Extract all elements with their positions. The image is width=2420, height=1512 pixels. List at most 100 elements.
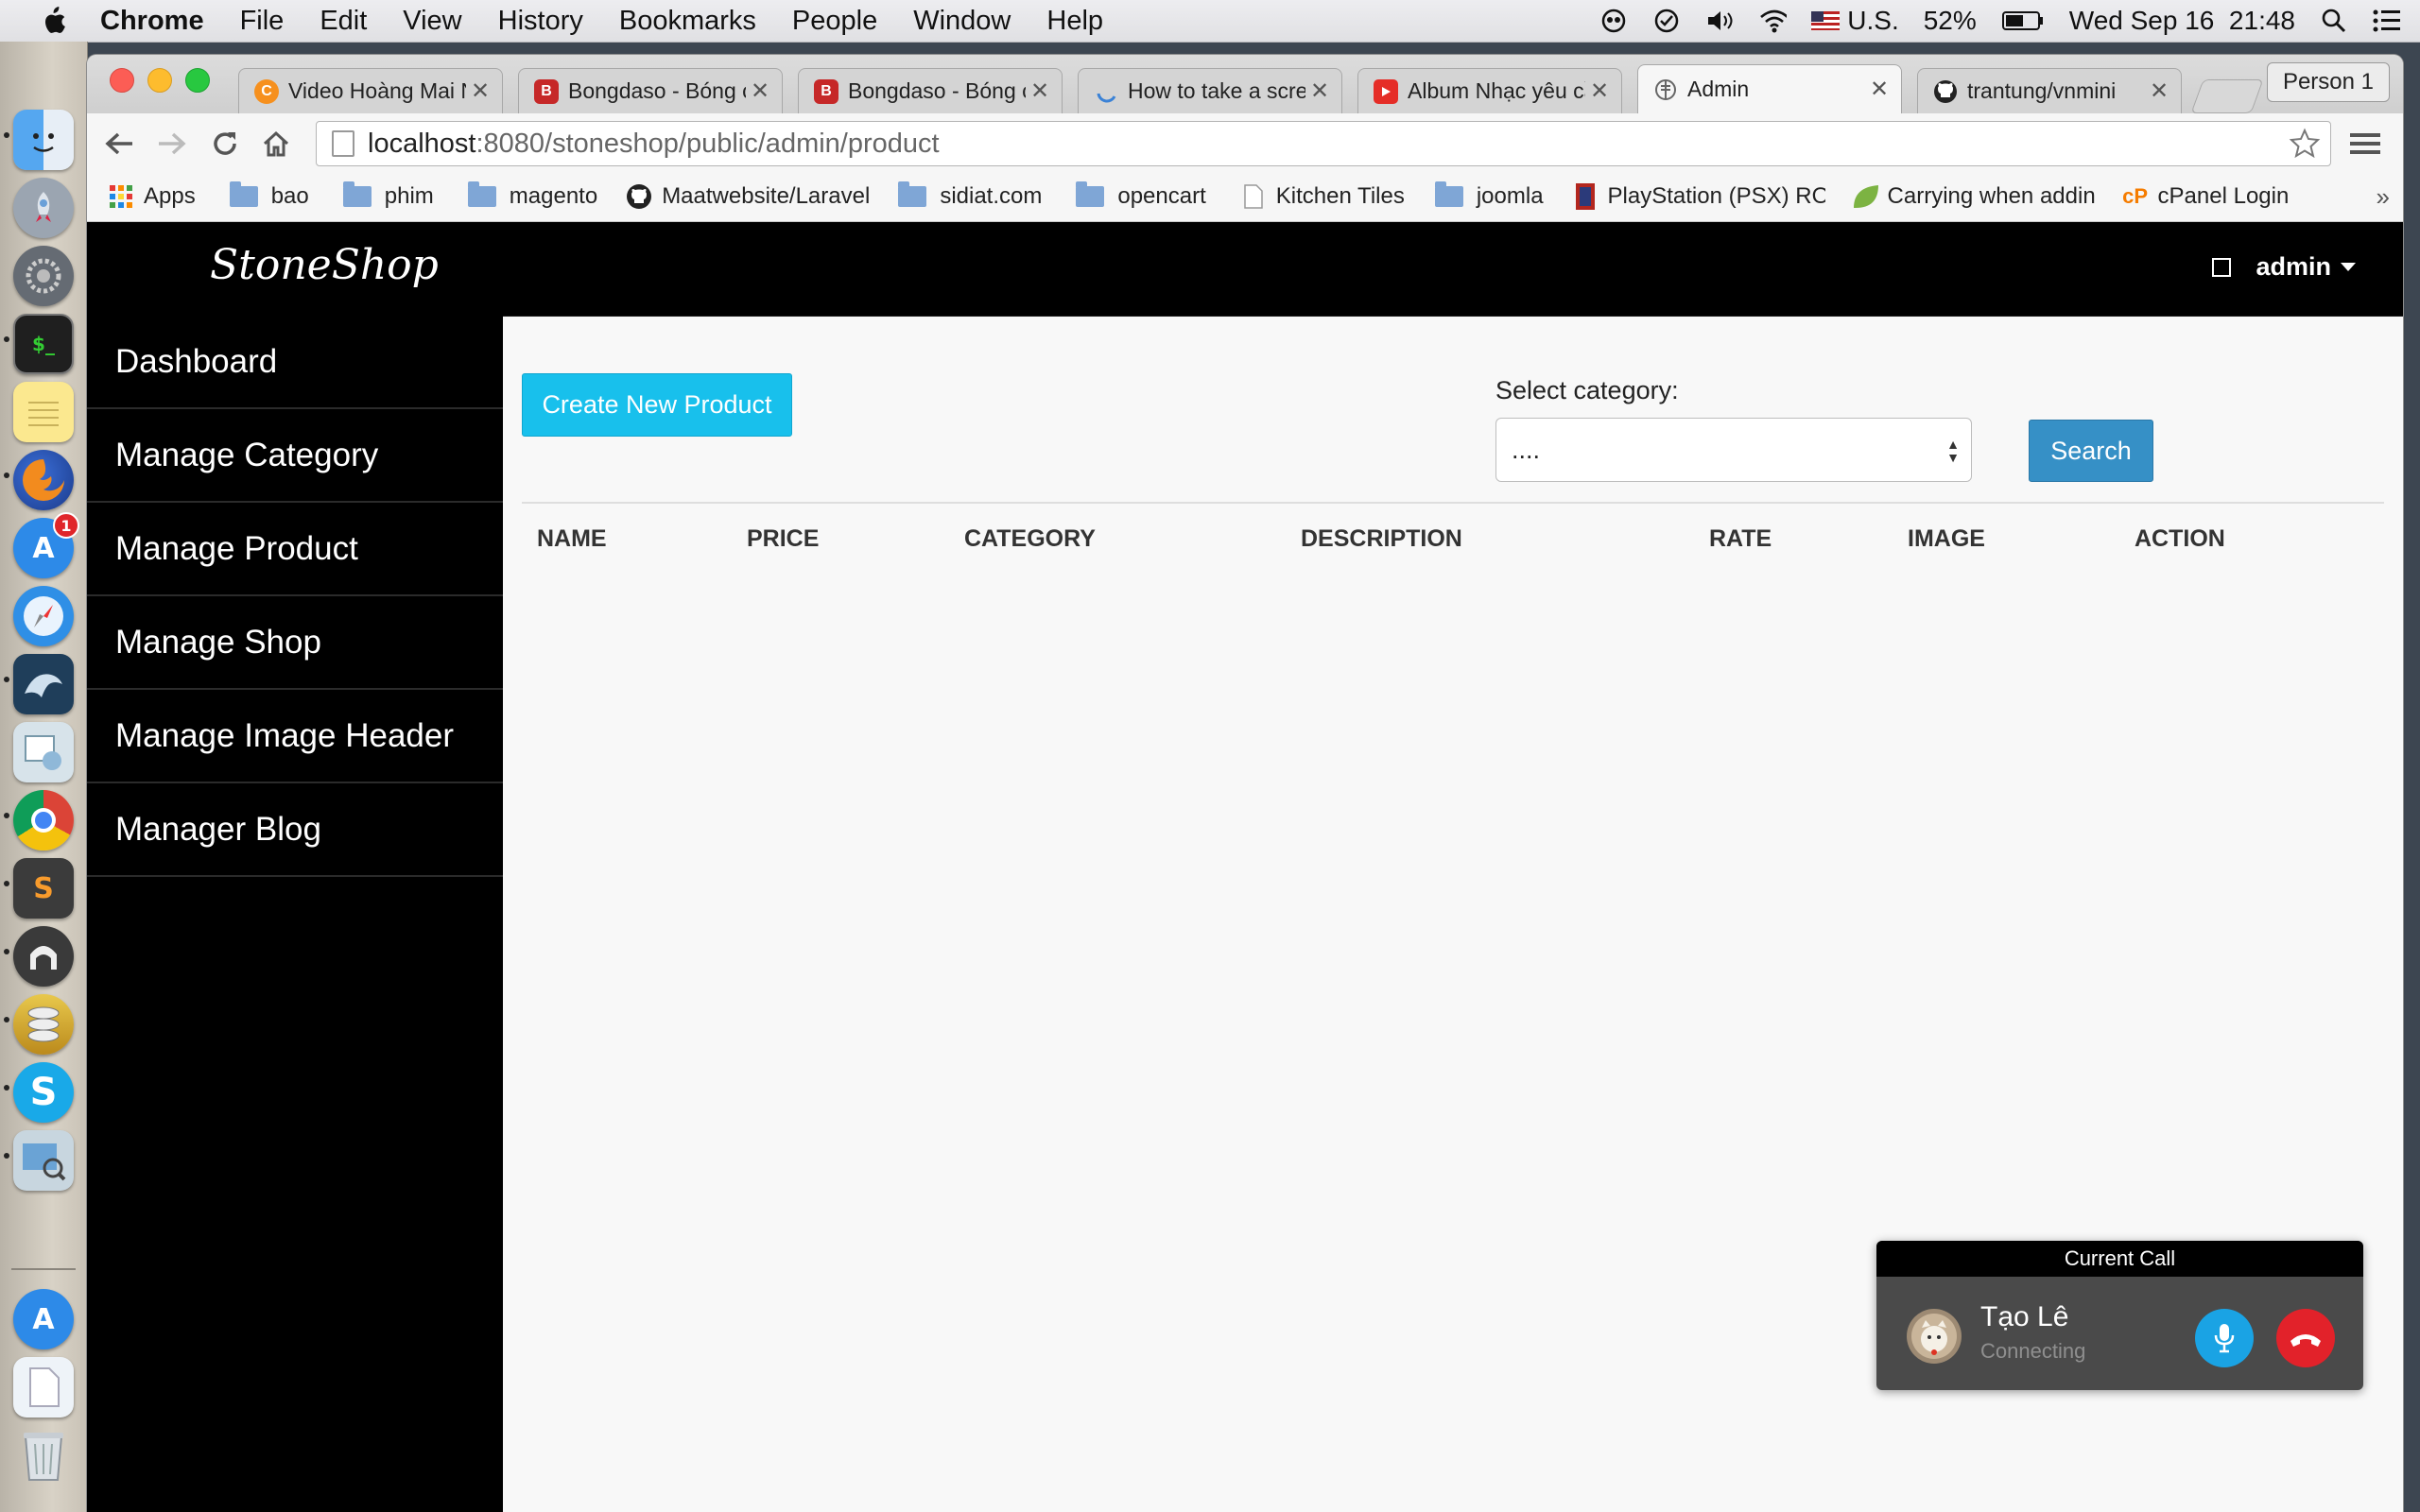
new-tab-button[interactable] — [2190, 79, 2264, 113]
tab-video-hoang-mai[interactable]: C Video Hoàng Mai N ✕ — [238, 68, 503, 113]
bookmark-playstation[interactable]: PlayStation (PSX) RO — [1572, 183, 1825, 210]
running-indicator — [4, 813, 9, 818]
close-tab-icon[interactable]: ✕ — [466, 77, 494, 105]
sequel-pro-icon[interactable] — [13, 926, 74, 987]
bookmark-folder-joomla[interactable]: joomla — [1434, 181, 1544, 210]
bookmark-kitchen-tiles[interactable]: Kitchen Tiles — [1240, 183, 1405, 210]
close-tab-icon[interactable]: ✕ — [1305, 77, 1334, 105]
brand-logo[interactable]: StoneShop — [210, 241, 439, 289]
bookmark-star-icon[interactable] — [2289, 128, 2321, 167]
address-bar[interactable]: localhost:8080/stoneshop/public/admin/pr… — [316, 121, 2331, 166]
bookmark-label: phim — [384, 183, 434, 209]
column-category: CATEGORY — [964, 525, 1096, 552]
volume-icon[interactable] — [1705, 7, 1734, 35]
bookmark-carrying[interactable]: Carrying when adding — [1852, 183, 2096, 210]
bookmark-folder-sidiat[interactable]: sidiat.com — [898, 181, 1042, 210]
notes-icon[interactable] — [13, 382, 74, 442]
check-icon[interactable] — [1652, 7, 1681, 35]
minimize-window-button[interactable] — [147, 68, 172, 93]
bookmark-folder-opencart[interactable]: opencart — [1076, 181, 1206, 210]
trash-icon[interactable] — [13, 1425, 74, 1486]
home-button[interactable] — [259, 127, 293, 161]
menu-bookmarks[interactable]: Bookmarks — [619, 6, 756, 37]
sidebar-item-manage-category[interactable]: Manage Category — [87, 409, 503, 503]
end-call-button[interactable] — [2276, 1309, 2335, 1367]
skype-icon[interactable]: S — [13, 1062, 74, 1123]
back-button[interactable] — [102, 127, 136, 161]
terminal-icon[interactable]: $_ — [13, 314, 74, 374]
category-select[interactable]: .... ▲ ▼ — [1495, 418, 1972, 482]
database-stack-icon[interactable] — [13, 994, 74, 1055]
applications-folder-icon[interactable]: A — [13, 1289, 74, 1349]
bookmark-folder-bao[interactable]: bao — [229, 181, 309, 210]
close-window-button[interactable] — [110, 68, 134, 93]
menu-help[interactable]: Help — [1046, 6, 1103, 37]
tab-github-vnmini[interactable]: trantung/vnmini ✕ — [1917, 68, 2182, 113]
forward-button[interactable] — [155, 127, 189, 161]
user-menu[interactable]: admin — [2212, 252, 2356, 282]
more-bookmarks-icon[interactable]: » — [2377, 182, 2390, 212]
select-arrows-icon: ▲ ▼ — [1946, 437, 1960, 465]
mute-microphone-button[interactable] — [2195, 1309, 2254, 1367]
mysql-workbench-icon[interactable] — [13, 654, 74, 714]
apple-icon[interactable] — [34, 6, 72, 36]
create-product-button[interactable]: Create New Product — [522, 373, 792, 437]
notification-center-icon[interactable] — [2373, 7, 2401, 35]
close-tab-icon[interactable]: ✕ — [2145, 77, 2173, 105]
preview-icon[interactable] — [13, 1130, 74, 1191]
finder-icon[interactable] — [13, 110, 74, 170]
menu-history[interactable]: History — [498, 6, 583, 37]
bookmark-label: Apps — [144, 183, 196, 209]
menu-view[interactable]: View — [403, 6, 461, 37]
menu-window[interactable]: Window — [913, 6, 1011, 37]
tab-label: Bongdaso - Bóng c — [848, 78, 1026, 103]
bookmark-maatwebsite[interactable]: Maatwebsite/Laravel — [626, 183, 870, 210]
safari-icon[interactable] — [13, 586, 74, 646]
bookmark-cpanel[interactable]: cP cPanel Login — [2122, 183, 2289, 210]
profile-button[interactable]: Person 1 — [2266, 62, 2390, 102]
close-tab-icon[interactable]: ✕ — [746, 77, 774, 105]
tab-how-to-screenshot[interactable]: How to take a scre ✕ — [1078, 68, 1342, 113]
close-tab-icon[interactable]: ✕ — [1865, 76, 1893, 103]
firefox-icon[interactable] — [13, 450, 74, 510]
menu-file[interactable]: File — [240, 6, 285, 37]
menu-app-name[interactable]: Chrome — [100, 6, 204, 37]
sidebar-item-manage-shop[interactable]: Manage Shop — [87, 596, 503, 690]
system-preferences-icon[interactable] — [13, 246, 74, 306]
input-source[interactable]: U.S. — [1811, 6, 1899, 36]
documents-icon[interactable] — [13, 1357, 74, 1418]
sidebar-item-manage-product[interactable]: Manage Product — [87, 503, 503, 596]
sidebar-item-dashboard[interactable]: Dashboard — [87, 316, 503, 409]
wifi-icon[interactable] — [1758, 7, 1788, 35]
user-name: admin — [2256, 252, 2331, 281]
sublime-text-icon[interactable]: S — [13, 858, 74, 919]
tab-album-nhac[interactable]: Album Nhạc yêu cầ ✕ — [1357, 68, 1622, 113]
database-tool-icon[interactable] — [13, 722, 74, 782]
chrome-icon[interactable] — [13, 790, 74, 850]
reload-button[interactable] — [208, 127, 242, 161]
clock[interactable]: Wed Sep 16 21:48 — [2069, 6, 2295, 36]
menu-people[interactable]: People — [792, 6, 877, 37]
input-source-label: U.S. — [1847, 6, 1899, 35]
tab-bongdaso-2[interactable]: B Bongdaso - Bóng c ✕ — [798, 68, 1063, 113]
sidebar-item-manage-image-header[interactable]: Manage Image Header — [87, 690, 503, 783]
spotlight-icon[interactable] — [2320, 7, 2348, 35]
tab-admin[interactable]: Admin ✕ — [1637, 64, 1902, 113]
bookmark-apps[interactable]: Apps — [108, 183, 196, 210]
bookmark-folder-phim[interactable]: phim — [342, 181, 434, 210]
zoom-window-button[interactable] — [185, 68, 210, 93]
sidebar-item-manager-blog[interactable]: Manager Blog — [87, 783, 503, 877]
chrome-menu-icon[interactable] — [2348, 127, 2382, 161]
tab-label: Admin — [1687, 77, 1750, 101]
bookmark-folder-magento[interactable]: magento — [467, 181, 597, 210]
close-tab-icon[interactable]: ✕ — [1585, 77, 1614, 105]
battery-percent[interactable]: 52% — [1924, 6, 1977, 36]
app-store-icon[interactable]: A 1 — [13, 512, 79, 578]
menu-edit[interactable]: Edit — [320, 6, 367, 37]
screen-icon[interactable] — [1599, 7, 1628, 35]
search-button[interactable]: Search — [2029, 420, 2153, 482]
close-tab-icon[interactable]: ✕ — [1026, 77, 1054, 105]
launchpad-icon[interactable] — [13, 178, 74, 238]
tab-bongdaso-1[interactable]: B Bongdaso - Bóng c ✕ — [518, 68, 783, 113]
battery-icon[interactable] — [2001, 7, 2045, 35]
